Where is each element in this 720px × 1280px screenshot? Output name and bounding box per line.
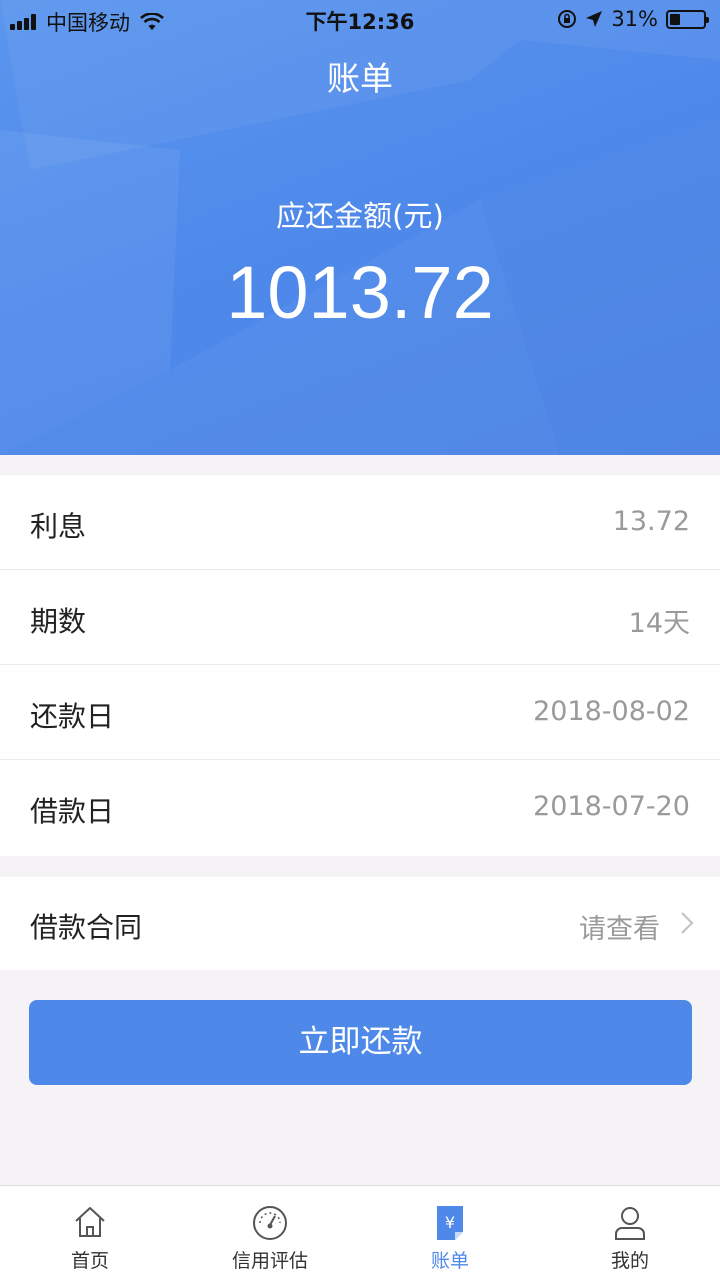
detail-row-due-date: 还款日 2018-08-02 — [0, 665, 720, 760]
detail-value: 2018-07-20 — [533, 791, 690, 822]
home-icon — [75, 1207, 105, 1237]
detail-row-loan-date: 借款日 2018-07-20 — [0, 760, 720, 855]
detail-row-term: 期数 14天 — [0, 570, 720, 665]
user-icon — [615, 1207, 645, 1240]
contract-view-link[interactable]: 请查看 — [579, 907, 660, 946]
status-bar: 中国移动 下午12:36 31% — [0, 0, 720, 40]
tab-home[interactable]: 首页 — [0, 1186, 180, 1280]
tab-label: 我的 — [610, 1250, 649, 1272]
contract-label: 借款合同 — [30, 911, 143, 944]
detail-value: 2018-08-02 — [533, 696, 690, 727]
detail-value: 13.72 — [612, 506, 690, 537]
repay-now-button[interactable]: 立即还款 — [29, 1000, 692, 1085]
page-title: 账单 — [327, 59, 393, 98]
amount-due-value: 1013.72 — [226, 251, 494, 334]
location-arrow-icon — [586, 11, 603, 27]
detail-label: 利息 — [30, 510, 87, 543]
detail-value: 14天 — [628, 608, 690, 639]
tab-bar: 首页 信用评估 ¥ 账单 我的 — [0, 1185, 720, 1280]
tab-credit-assessment[interactable]: 信用评估 — [180, 1186, 360, 1280]
battery-percent: 31% — [611, 7, 658, 31]
gauge-icon — [253, 1206, 287, 1240]
bill-icon: ¥ — [437, 1206, 463, 1240]
svg-text:¥: ¥ — [445, 1213, 455, 1232]
bill-details-card: 利息 13.72 期数 14天 还款日 2018-08-02 借款日 2018-… — [0, 475, 720, 856]
detail-label: 还款日 — [30, 700, 115, 733]
detail-label: 期数 — [30, 605, 87, 638]
tab-label: 信用评估 — [231, 1250, 308, 1272]
chevron-right-icon — [681, 912, 694, 934]
battery-icon — [666, 9, 709, 29]
tab-me[interactable]: 我的 — [540, 1186, 720, 1280]
tab-label: 首页 — [70, 1250, 109, 1272]
detail-row-interest: 利息 13.72 — [0, 475, 720, 570]
loan-contract-row[interactable]: 借款合同 请查看 — [0, 877, 720, 970]
tab-label: 账单 — [430, 1250, 469, 1272]
rotation-lock-icon — [558, 10, 577, 28]
detail-label: 借款日 — [30, 795, 115, 828]
tab-bill[interactable]: ¥ 账单 — [360, 1186, 540, 1280]
amount-due-label: 应还金额(元) — [276, 199, 444, 233]
